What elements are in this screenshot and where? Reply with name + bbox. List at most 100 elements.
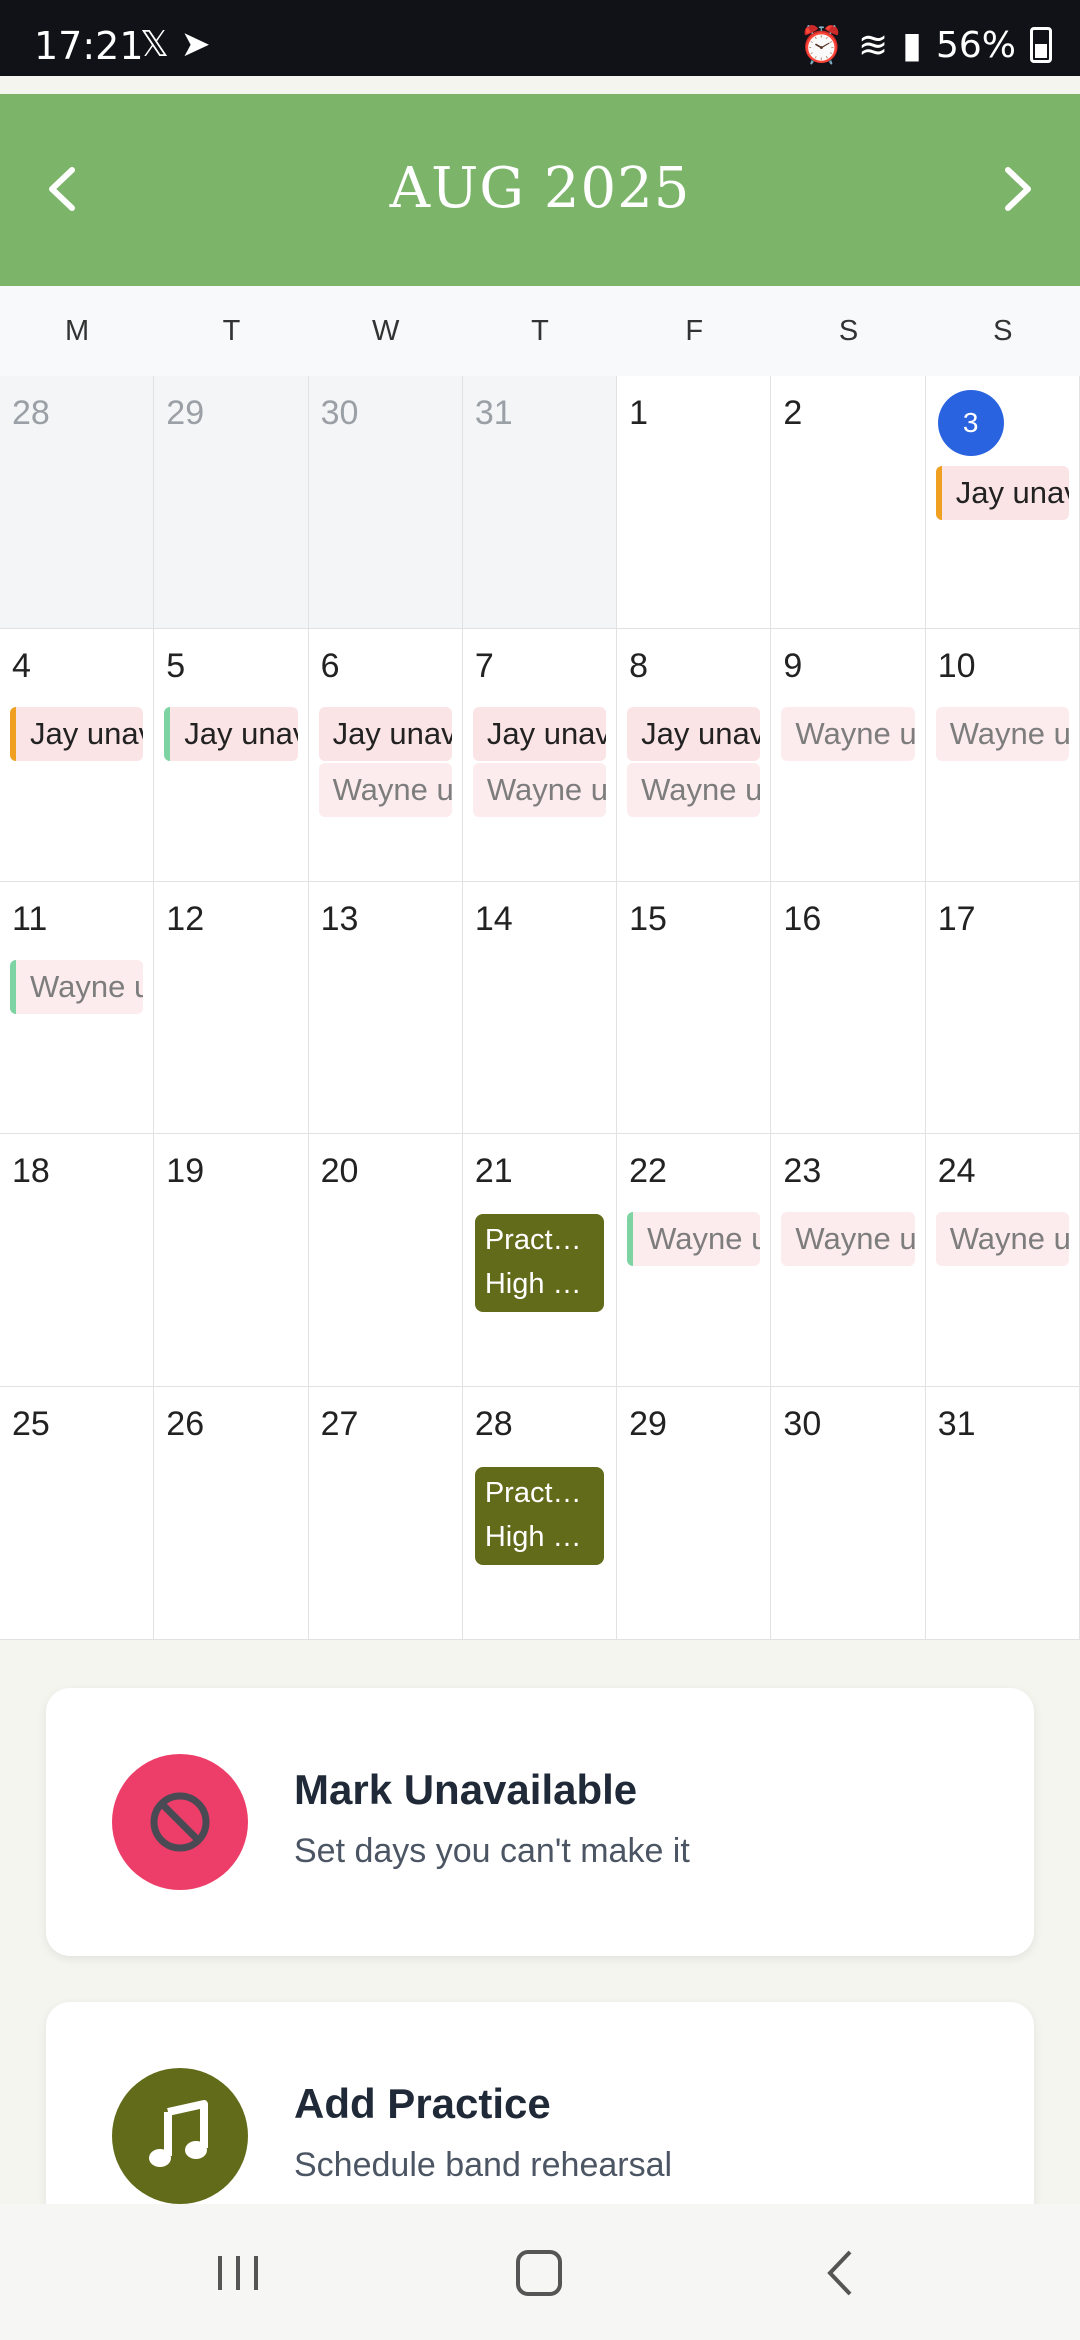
day-number: 15	[629, 899, 667, 938]
day-cell[interactable]: 20	[308, 1134, 463, 1388]
day-cell[interactable]: 29	[154, 376, 309, 629]
day-number: 17	[937, 899, 976, 938]
day-number: 29	[166, 394, 205, 432]
day-cell[interactable]: 17	[925, 881, 1080, 1135]
status-time: 17:21	[34, 24, 144, 68]
add-practice-subtitle: Schedule band rehearsal	[294, 2146, 673, 2184]
day-number: 27	[320, 1405, 359, 1444]
day-cell[interactable]: 23 Wayne un	[771, 1134, 926, 1388]
unavailability-event[interactable]: Jay unav	[10, 706, 144, 761]
day-cell[interactable]: 2	[771, 376, 926, 629]
unavailability-event[interactable]: Jay unava	[164, 706, 298, 761]
block-icon	[150, 1792, 210, 1852]
unavailability-event[interactable]: Wayne un	[781, 1212, 915, 1267]
unavailability-event[interactable]: Wayne un	[627, 762, 761, 817]
weekday-label: S	[838, 315, 859, 347]
weekday-label: F	[685, 315, 704, 347]
unavailability-event[interactable]: Jay unava	[627, 706, 761, 761]
unavailability-event[interactable]: Wayne un	[935, 1212, 1069, 1267]
day-cell[interactable]: 24 Wayne un	[925, 1134, 1080, 1388]
day-number: 6	[320, 646, 340, 685]
day-number: 21	[474, 1152, 513, 1191]
day-number: 22	[629, 1152, 667, 1191]
today-date: 3	[937, 390, 1004, 456]
unavailability-event[interactable]: Jay unava	[472, 706, 607, 761]
day-cell[interactable]: 30	[308, 376, 463, 629]
unavailability-event[interactable]: Wayne un	[318, 762, 452, 817]
day-number: 31	[474, 394, 513, 432]
unavailability-event[interactable]: Wayne un	[935, 706, 1069, 761]
day-cell[interactable]: 18	[0, 1134, 155, 1388]
system-icons: ⏰ ≋ ▮ 56%	[799, 24, 1052, 66]
unavailability-event[interactable]: Wayne u	[10, 959, 144, 1014]
day-number: 28	[474, 1405, 513, 1444]
day-cell[interactable]: 22 Wayne u	[617, 1134, 772, 1388]
day-number: 7	[474, 646, 494, 685]
day-number: 4	[12, 646, 31, 685]
day-number: 9	[783, 646, 803, 685]
day-cell[interactable]: 25	[0, 1387, 155, 1640]
day-cell[interactable]: 8 Jay unavaWayne un	[617, 628, 772, 882]
day-cell[interactable]: 15	[617, 881, 772, 1135]
day-number: 30	[783, 1405, 822, 1444]
day-cell[interactable]: 14	[462, 881, 618, 1135]
day-cell[interactable]: 19	[154, 1134, 309, 1388]
day-cell[interactable]: 7 Jay unavaWayne un	[462, 628, 618, 882]
weekday-label: T	[222, 315, 241, 347]
day-cell[interactable]: 28	[0, 376, 155, 629]
day-cell[interactable]: 16	[771, 881, 926, 1135]
day-cell[interactable]: 10 Wayne un	[925, 628, 1080, 882]
practice-event-line: High …	[484, 1268, 582, 1301]
home-button[interactable]	[510, 2248, 570, 2298]
practice-icon-circle	[112, 2068, 248, 2204]
music-note-icon	[149, 2100, 208, 2167]
unavailability-event[interactable]: Jay unav	[935, 466, 1069, 520]
mark-unavailable-card[interactable]: Mark Unavailable Set days you can't make…	[46, 1688, 1034, 1956]
day-cell[interactable]: 28 Pract… High …	[462, 1387, 618, 1640]
day-cell[interactable]: 4 Jay unav	[0, 628, 155, 882]
unavailability-event[interactable]: Wayne un	[781, 706, 915, 761]
day-number: 29	[629, 1405, 667, 1444]
day-number: 31	[937, 1405, 976, 1444]
practice-event[interactable]: Pract… High …	[474, 1214, 605, 1313]
recent-apps-button[interactable]	[208, 2248, 268, 2298]
day-number: 13	[320, 899, 359, 938]
day-cell[interactable]: 9 Wayne un	[771, 628, 926, 882]
day-number: 16	[783, 899, 822, 938]
day-number: 14	[474, 899, 513, 938]
day-cell[interactable]: 3 Jay unav	[925, 376, 1080, 629]
unavailability-event[interactable]: Wayne u	[627, 1212, 761, 1267]
unavailability-event[interactable]: Wayne un	[472, 762, 607, 817]
day-cell[interactable]: 1	[617, 376, 772, 629]
day-number: 1	[629, 394, 649, 432]
day-cell[interactable]: 31	[462, 376, 618, 629]
unavailable-icon-circle	[112, 1754, 248, 1890]
day-cell[interactable]: 30	[771, 1387, 926, 1640]
back-button[interactable]	[812, 2248, 872, 2298]
practice-event[interactable]: Pract… High …	[474, 1467, 605, 1566]
battery-percentage: 56%	[935, 24, 1016, 66]
day-cell[interactable]: 13	[308, 881, 463, 1135]
day-number: 8	[629, 646, 649, 685]
x-app-icon: 𝕏	[140, 24, 170, 65]
day-cell[interactable]: 26	[154, 1387, 309, 1640]
day-cell[interactable]: 11 Wayne u	[0, 881, 155, 1135]
day-cell[interactable]: 5 Jay unava	[154, 628, 309, 882]
day-cell[interactable]: 31	[925, 1387, 1080, 1640]
signal-icon: ▮	[902, 24, 922, 66]
day-cell[interactable]: 6 Jay unavaWayne un	[308, 628, 463, 882]
day-number: 2	[783, 394, 803, 432]
weekday-header: MTWTFSS	[0, 286, 1080, 377]
status-bar: 17:21 𝕏 ➤ ⏰ ≋ ▮ 56%	[0, 0, 1080, 76]
practice-event-line: High …	[484, 1521, 582, 1554]
day-cell[interactable]: 12	[154, 881, 309, 1135]
day-cell[interactable]: 27	[308, 1387, 463, 1640]
day-cell[interactable]: 29	[617, 1387, 772, 1640]
day-number: 24	[937, 1152, 976, 1191]
practice-event-line: Pract…	[484, 1477, 582, 1510]
unavailability-event[interactable]: Jay unava	[318, 706, 452, 761]
next-month-button[interactable]	[992, 164, 1042, 214]
battery-icon	[1030, 27, 1052, 63]
day-cell[interactable]: 21 Pract… High …	[462, 1134, 618, 1388]
weekday-label: W	[372, 315, 400, 347]
